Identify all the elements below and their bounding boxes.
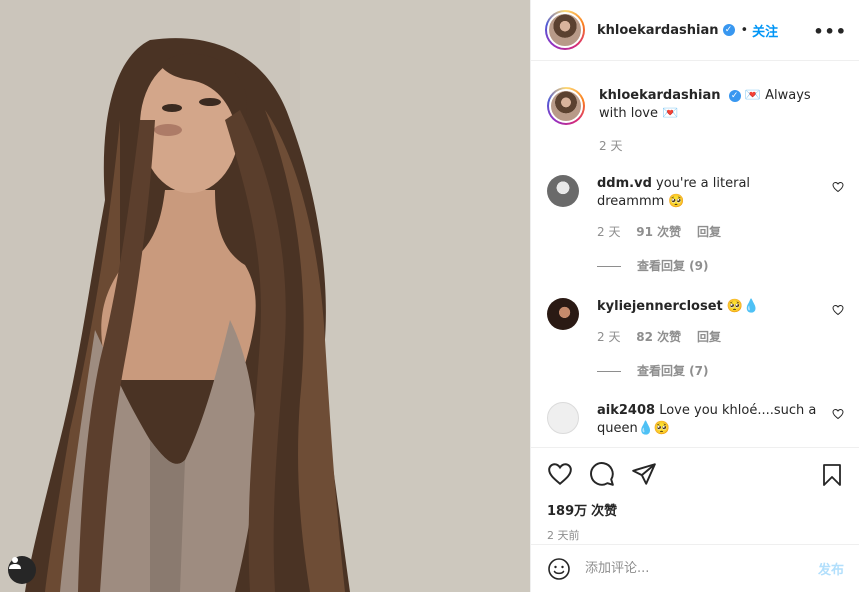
share-icon[interactable] [631,461,657,487]
caption-avatar[interactable] [547,87,585,125]
comment-item: kyliejennercloset 🥺💧 2 天 82 次赞 回复 查看回复 (… [547,298,844,380]
comment-like-heart-icon[interactable] [832,181,844,193]
post-photo[interactable] [0,0,530,592]
comment-like-heart-icon[interactable] [832,304,844,316]
author-username[interactable]: khloekardashian [597,23,719,38]
caption: khloekardashian ✓ 💌 Always with love 💌 2… [547,87,844,155]
commenter-avatar[interactable] [547,298,579,330]
replies-divider [597,265,621,267]
replies-divider [597,370,621,372]
view-replies-label: 查看回复 (7) [637,364,709,378]
add-comment-bar: 发布 [531,544,859,592]
user-tag-button[interactable] [8,556,36,584]
add-comment-input[interactable] [585,561,818,576]
reply-button[interactable]: 回复 [697,225,721,239]
comments-list[interactable]: khloekardashian ✓ 💌 Always with love 💌 2… [531,62,859,447]
caption-time: 2 天 [599,139,623,153]
comment-meta: 2 天 91 次赞 回复 [597,223,819,241]
verified-badge-icon: ✓ [722,24,735,36]
comment-text: 🥺💧 [726,299,760,314]
comment-username[interactable]: aik2408 [597,403,655,418]
view-replies-button[interactable]: 查看回复 (9) [597,257,819,275]
likes-number: 189万 [547,504,588,519]
reply-button[interactable]: 回复 [697,330,721,344]
heart-icon[interactable] [547,461,573,487]
comment-likes[interactable]: 82 次赞 [636,330,681,344]
photo-illustration [0,0,530,592]
comment-meta: 2 天 82 次赞 回复 [597,328,819,346]
comment-item: ddm.vd you're a literal dreammm 🥺 2 天 91… [547,175,844,275]
author-avatar[interactable] [545,10,585,50]
commenter-avatar[interactable] [547,175,579,207]
view-replies-button[interactable]: 查看回复 (7) [597,362,819,380]
user-tag-icon [9,557,21,569]
comment-username[interactable]: kyliejennercloset [597,299,723,314]
post-timestamp[interactable]: 2 天前 [547,527,844,543]
comment-likes[interactable]: 91 次赞 [636,225,681,239]
verified-badge-icon: ✓ [728,89,741,102]
comment-icon[interactable] [589,461,615,487]
action-icons [547,460,844,488]
view-replies-label: 查看回复 (9) [637,259,709,273]
post-header: khloekardashian ✓ • 关注 ••• [531,0,859,61]
follow-button[interactable]: 关注 [752,21,778,40]
caption-username[interactable]: khloekardashian [599,88,721,103]
comment-time: 2 天 [597,225,621,239]
commenter-avatar[interactable] [547,402,579,434]
likes-count[interactable]: 189万 次赞 [547,500,844,519]
likes-label: 次赞 [591,504,618,519]
comment-username[interactable]: ddm.vd [597,176,652,191]
more-options-icon[interactable]: ••• [813,22,847,41]
post-dialog: khloekardashian ✓ • 关注 ••• khloekardashi… [0,0,859,592]
comment-time: 2 天 [597,330,621,344]
emoji-icon[interactable] [547,557,571,581]
post-sidebar: khloekardashian ✓ • 关注 ••• khloekardashi… [530,0,859,592]
header-separator: • [740,22,749,38]
comment-like-heart-icon[interactable] [832,408,844,420]
post-actions: 189万 次赞 2 天前 [531,447,859,543]
comment-item: aik2408 Love you khloé....such a queen💧🥺 [547,402,844,438]
post-comment-button[interactable]: 发布 [818,559,844,578]
bookmark-icon[interactable] [820,462,844,488]
